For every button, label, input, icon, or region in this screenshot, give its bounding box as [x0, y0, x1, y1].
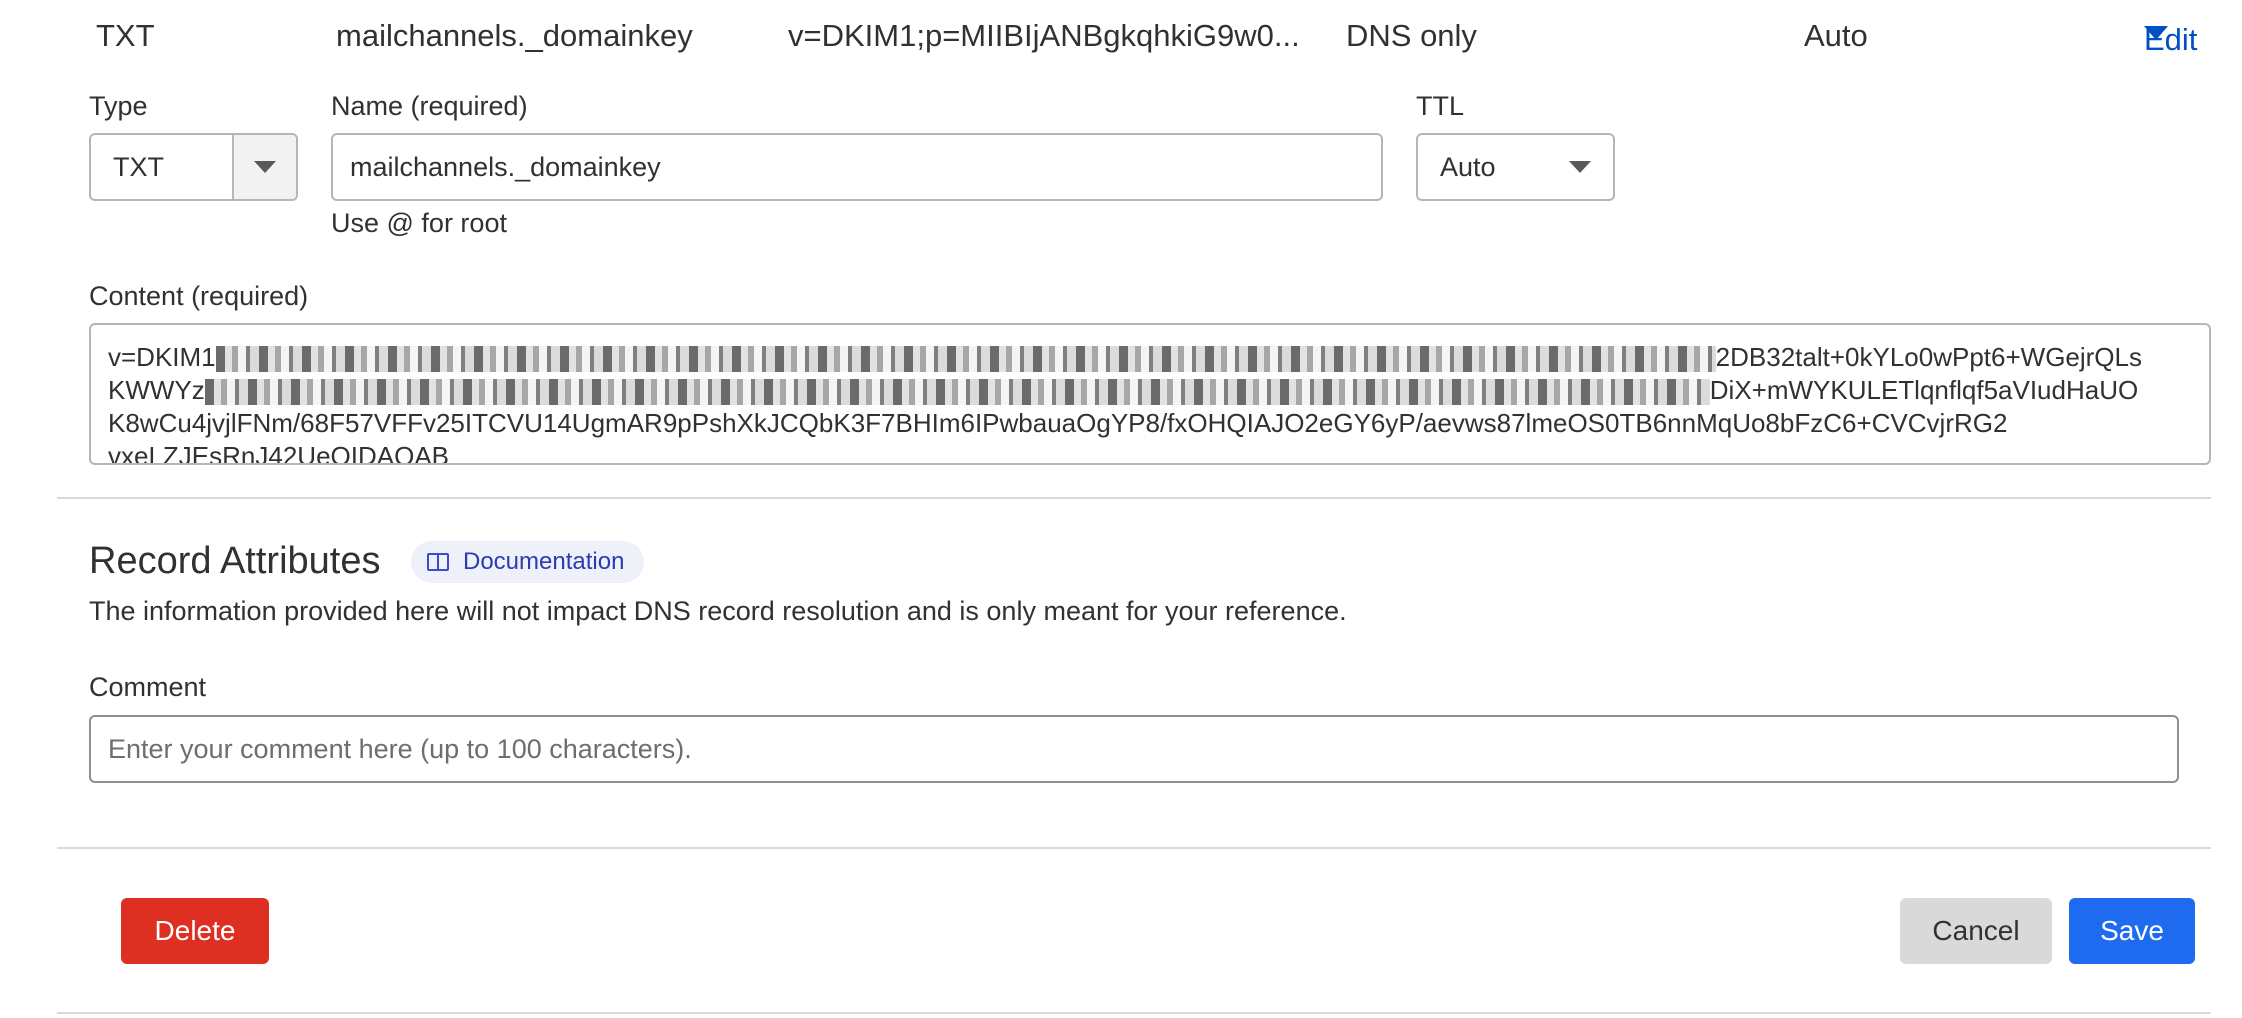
- ttl-select[interactable]: Auto: [1416, 133, 1615, 201]
- content-line: vxeLZJEsRnJ42UeQIDAQAB: [108, 440, 2192, 465]
- record-type-text: TXT: [96, 18, 155, 53]
- bottom-divider: [57, 1012, 2211, 1014]
- section-divider: [57, 497, 2211, 499]
- record-ttl-text: Auto: [1804, 18, 1868, 53]
- content-line-text: KWWYz: [108, 375, 205, 405]
- content-line-text: K8wCu4jvjlFNm/68F57VFFv25ITCVU14UgmAR9pP…: [108, 408, 2008, 438]
- content-label: Content (required): [89, 281, 309, 311]
- content-line-text: vxeLZJEsRnJ42UeQIDAQAB: [108, 441, 450, 465]
- content-textarea[interactable]: v=DKIM1 2DB32talt+0kYLo0wPpt6+WGejrQLs KW…: [89, 323, 2211, 465]
- proxy-status-text: DNS only: [1346, 18, 1477, 53]
- type-select-value[interactable]: TXT: [91, 152, 232, 183]
- save-button[interactable]: Save: [2069, 898, 2195, 964]
- section-divider: [57, 847, 2211, 849]
- record-name-text: mailchannels._domainkey: [336, 18, 693, 53]
- type-select[interactable]: TXT: [89, 133, 298, 201]
- type-dropdown-button[interactable]: [232, 135, 296, 199]
- name-hint: Use @ for root: [331, 208, 507, 238]
- redacted-block: [215, 346, 1716, 373]
- book-icon: [427, 553, 449, 571]
- documentation-label[interactable]: Documentation: [463, 548, 624, 576]
- content-line: v=DKIM1 2DB32talt+0kYLo0wPpt6+WGejrQLs: [108, 341, 2192, 374]
- chevron-down-icon: [254, 161, 276, 173]
- comment-label: Comment: [89, 672, 207, 702]
- documentation-link[interactable]: Documentation: [411, 541, 645, 583]
- redacted-block: [204, 379, 1710, 406]
- record-content-text: v=DKIM1;p=MIIBIjANBgkqhkiG9w0...: [788, 18, 1300, 53]
- ttl-select-value[interactable]: Auto: [1440, 152, 1496, 183]
- record-attributes-description: The information provided here will not i…: [89, 596, 1347, 626]
- comment-input[interactable]: [89, 715, 2179, 783]
- content-line-text: 2DB32talt+0kYLo0wPpt6+WGejrQLs: [1715, 342, 2142, 372]
- caret-down-icon[interactable]: [2144, 26, 2168, 40]
- record-attributes-title: Record Attributes: [89, 540, 381, 582]
- content-line-text: v=DKIM1: [108, 342, 216, 372]
- content-line: KWWYz DiX+mWYKULETlqnflqf5aVIudHaUO: [108, 374, 2192, 407]
- chevron-down-icon: [1569, 161, 1591, 173]
- cancel-button[interactable]: Cancel: [1900, 898, 2052, 964]
- content-line-text: DiX+mWYKULETlqnflqf5aVIudHaUO: [1709, 375, 2139, 405]
- delete-button[interactable]: Delete: [121, 898, 269, 964]
- type-label: Type: [89, 91, 148, 121]
- content-line: K8wCu4jvjlFNm/68F57VFFv25ITCVU14UgmAR9pP…: [108, 407, 2192, 440]
- ttl-label: TTL: [1416, 91, 1465, 121]
- dns-record-summary-row: TXT mailchannels._domainkey v=DKIM1;p=MI…: [0, 14, 2242, 62]
- name-input[interactable]: [331, 133, 1383, 201]
- name-label: Name (required): [331, 91, 528, 121]
